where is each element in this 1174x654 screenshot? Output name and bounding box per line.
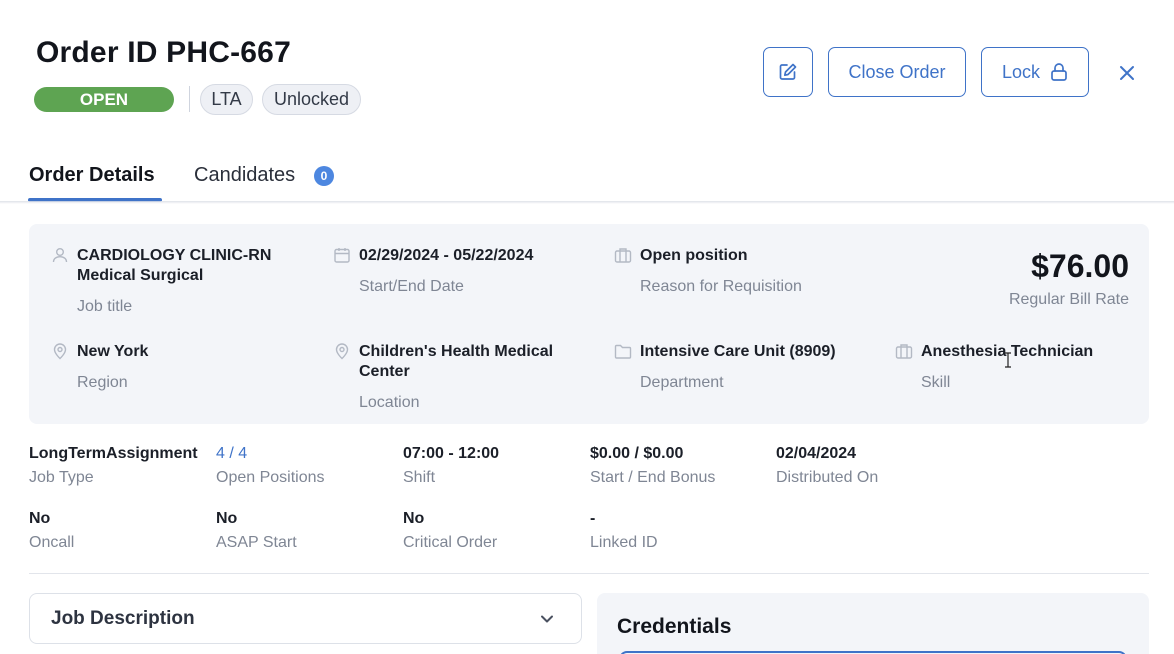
text-cursor-icon — [1005, 352, 1011, 368]
detail-label: Start / End Bonus — [590, 469, 716, 486]
tab-candidates[interactable]: Candidates — [194, 164, 295, 187]
bill-rate-value: $76.00 — [1031, 248, 1129, 284]
detail-value: 02/04/2024 — [776, 445, 857, 462]
detail-label: Job Type — [29, 469, 94, 486]
detail-label: Linked ID — [590, 534, 658, 551]
detail-job-type: LongTermAssignment Job Type — [29, 445, 198, 487]
user-icon — [52, 248, 68, 263]
location-pin-icon — [53, 343, 67, 360]
detail-critical-order: No Critical Order — [403, 510, 497, 552]
chevron-down-icon — [541, 615, 553, 623]
open-positions-link[interactable]: 4 / 4 — [216, 445, 325, 467]
detail-linked-id: - Linked ID — [590, 510, 658, 552]
section-divider — [29, 573, 1149, 574]
bill-rate-label: Regular Bill Rate — [1008, 291, 1129, 308]
detail-value: - — [590, 510, 596, 527]
header-shadow — [0, 201, 1174, 204]
briefcase-icon — [895, 344, 913, 359]
folder-icon — [614, 344, 632, 359]
tag-chip-unlocked: Unlocked — [262, 84, 361, 115]
detail-value: $0.00 / $0.00 — [590, 445, 684, 462]
location-value: Children's Health Medical Center — [359, 343, 554, 380]
page-title: Order ID PHC-667 — [36, 36, 291, 69]
location-pin-icon — [335, 343, 349, 360]
department-label: Department — [640, 374, 724, 391]
reason-value: Open position — [640, 247, 748, 264]
briefcase-icon — [614, 248, 632, 263]
detail-label: ASAP Start — [216, 534, 297, 551]
job-title-label: Job title — [77, 298, 133, 315]
detail-open-positions: 4 / 4 Open Positions — [216, 445, 325, 487]
candidates-count-badge: 0 — [314, 166, 334, 186]
detail-label: Distributed On — [776, 469, 879, 486]
region-label: Region — [77, 374, 128, 391]
detail-value: No — [403, 510, 425, 527]
detail-value: No — [216, 510, 238, 527]
detail-distributed-on: 02/04/2024 Distributed On — [776, 445, 878, 487]
reason-label: Reason for Requisition — [640, 278, 802, 295]
close-order-button[interactable]: Close Order — [828, 47, 966, 97]
tab-order-details[interactable]: Order Details — [29, 164, 155, 187]
bill-rate: $76.00 Regular Bill Rate — [1009, 248, 1129, 309]
detail-bonus: $0.00 / $0.00 Start / End Bonus — [590, 445, 715, 487]
detail-value: LongTermAssignment — [29, 445, 198, 462]
credentials-panel: Credentials — [597, 593, 1149, 654]
detail-label: Open Positions — [216, 469, 325, 486]
job-description-title: Job Description — [51, 608, 195, 629]
detail-oncall: No Oncall — [29, 510, 74, 552]
lock-icon — [1051, 63, 1067, 81]
status-badge: OPEN — [34, 87, 174, 112]
skill-label: Skill — [921, 374, 951, 391]
credentials-title: Credentials — [617, 615, 732, 638]
job-title-value: CARDIOLOGY CLINIC-RN Medical Surgical — [77, 247, 272, 284]
detail-label: Critical Order — [403, 534, 498, 551]
detail-value: 07:00 - 12:00 — [403, 445, 500, 462]
detail-label: Shift — [403, 469, 436, 486]
start-end-date-label: Start/End Date — [359, 278, 464, 295]
order-header: Order ID PHC-667 OPEN LTA Unlocked Close… — [0, 0, 1174, 204]
pencil-square-icon — [779, 63, 797, 80]
location-label: Location — [359, 394, 420, 411]
department-value: Intensive Care Unit (8909) — [640, 343, 836, 360]
divider — [189, 86, 190, 112]
detail-shift: 07:00 - 12:00 Shift — [403, 445, 499, 487]
close-icon[interactable] — [1116, 62, 1138, 84]
lock-button[interactable]: Lock — [981, 47, 1089, 97]
tag-chip-lta: LTA — [200, 84, 253, 115]
detail-asap-start: No ASAP Start — [216, 510, 297, 552]
region-value: New York — [77, 343, 149, 360]
detail-value: No — [29, 510, 51, 527]
order-summary-card: CARDIOLOGY CLINIC-RN Medical Surgical Jo… — [29, 224, 1149, 424]
start-end-date-value: 02/29/2024 - 05/22/2024 — [359, 247, 534, 264]
job-description-accordion[interactable]: Job Description — [29, 593, 582, 644]
lock-button-label: Lock — [1001, 61, 1041, 82]
tab-bar: Order Details Candidates 0 — [0, 158, 1174, 202]
detail-label: Oncall — [29, 534, 75, 551]
calendar-icon — [334, 248, 350, 263]
edit-button[interactable] — [763, 47, 813, 97]
